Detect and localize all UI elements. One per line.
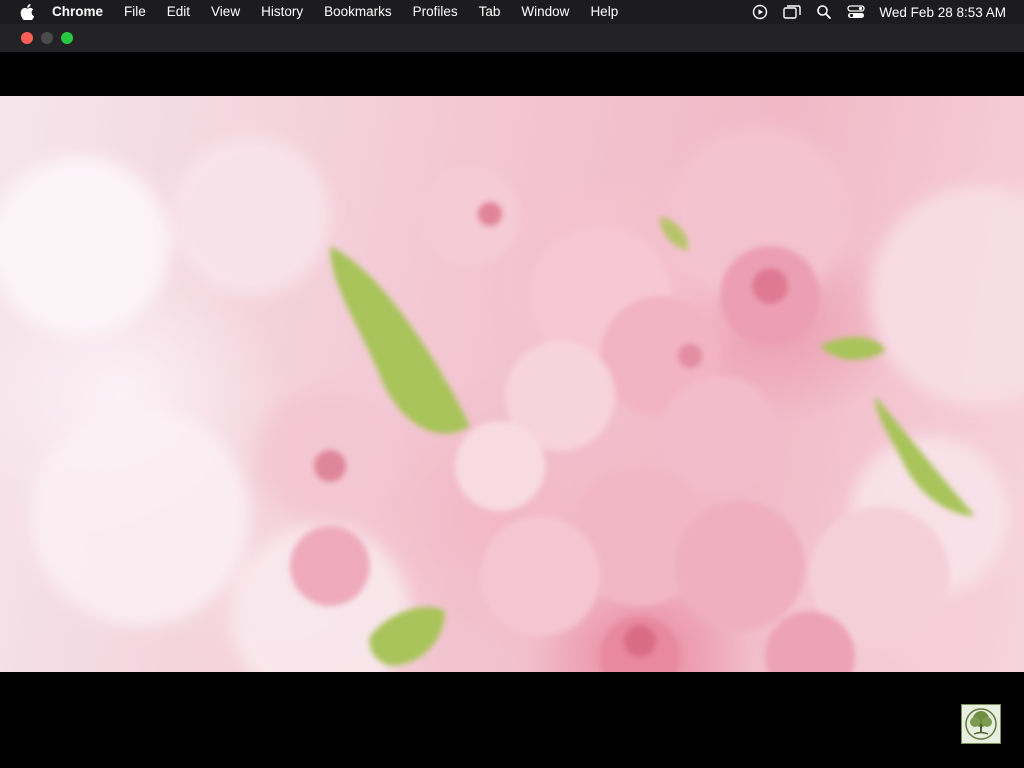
- menu-edit[interactable]: Edit: [167, 0, 190, 24]
- menu-tab[interactable]: Tab: [479, 0, 501, 24]
- menu-window[interactable]: Window: [521, 0, 569, 24]
- control-center-icon[interactable]: [847, 3, 866, 21]
- video-frame-cherry-blossoms: [0, 96, 1024, 672]
- spotlight-search-icon[interactable]: [815, 3, 833, 21]
- play-circle-icon[interactable]: [751, 3, 769, 21]
- menu-app-name[interactable]: Chrome: [52, 0, 103, 24]
- menu-history[interactable]: History: [261, 0, 303, 24]
- window-minimize-button[interactable]: [41, 32, 53, 44]
- blossom-scene: [0, 126, 1024, 672]
- menu-view[interactable]: View: [211, 0, 240, 24]
- window-title-bar: [0, 24, 1024, 52]
- channel-watermark-logo[interactable]: [961, 704, 1001, 744]
- window-maximize-button[interactable]: [61, 32, 73, 44]
- screen-mirroring-icon[interactable]: [783, 3, 802, 21]
- status-area: Wed Feb 28 8:53 AM: [737, 0, 1024, 24]
- tree-logo-icon: [965, 708, 997, 740]
- menu-profiles[interactable]: Profiles: [413, 0, 458, 24]
- menu-help[interactable]: Help: [590, 0, 618, 24]
- video-player[interactable]: [0, 52, 1024, 768]
- menubar-clock: Wed Feb 28 8:53 AM: [879, 4, 1006, 20]
- menu-file[interactable]: File: [124, 0, 146, 24]
- window-close-button[interactable]: [21, 32, 33, 44]
- menu-bookmarks[interactable]: Bookmarks: [324, 0, 392, 24]
- apple-menu-icon[interactable]: [20, 3, 36, 21]
- menu-bar: Chrome File Edit View History Bookmarks …: [0, 0, 1024, 24]
